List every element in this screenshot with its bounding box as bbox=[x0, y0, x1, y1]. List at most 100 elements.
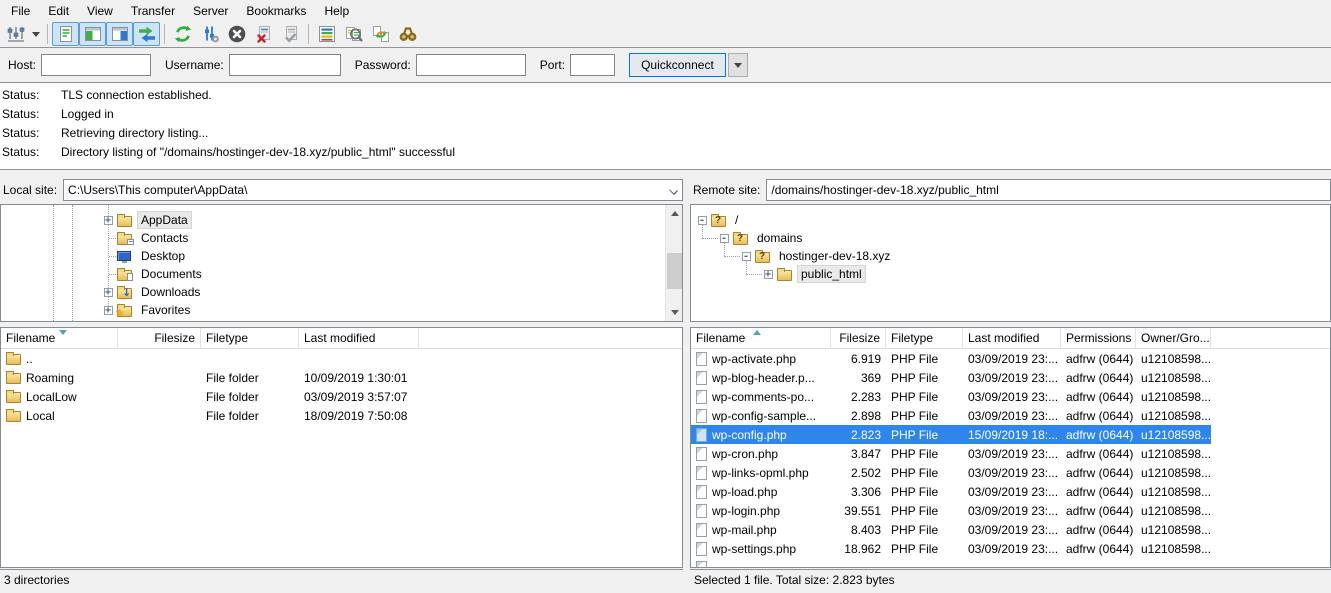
file-row[interactable]: wp-config-sample... 2.898 PHP File 03/09… bbox=[691, 406, 1211, 425]
tree-item-downloads[interactable]: ↓ Downloads bbox=[1, 283, 682, 301]
toggle-transfer-queue-button[interactable] bbox=[133, 22, 160, 46]
column-header-last-modified[interactable]: Last modified bbox=[299, 328, 419, 348]
directory-comparison-button[interactable] bbox=[340, 22, 367, 46]
quickconnect-button[interactable]: Quickconnect bbox=[629, 53, 726, 77]
reconnect-button[interactable] bbox=[277, 22, 304, 46]
quickconnect-dropdown-button[interactable] bbox=[728, 53, 748, 77]
process-queue-button[interactable] bbox=[196, 22, 223, 46]
remote-status-bar: Selected 1 file. Total size: 2.823 bytes bbox=[690, 569, 1331, 591]
file-icon bbox=[696, 390, 707, 404]
file-row[interactable]: wp-blog-header.p... 369 PHP File 03/09/2… bbox=[691, 368, 1211, 387]
sort-ascending-icon bbox=[753, 330, 761, 335]
filetype-cell: PHP File bbox=[886, 390, 963, 404]
toggle-local-tree-button[interactable] bbox=[79, 22, 106, 46]
remote-site-combobox[interactable]: /domains/hostinger-dev-18.xyz/public_htm… bbox=[766, 179, 1331, 201]
dropdown-caret-icon bbox=[734, 63, 742, 68]
last-modified-cell: 18/09/2019 7:50:08 bbox=[299, 409, 419, 423]
menu-bookmarks[interactable]: Bookmarks bbox=[237, 2, 315, 20]
column-header-owner-group[interactable]: Owner/Gro... bbox=[1136, 328, 1211, 348]
site-manager-button[interactable] bbox=[2, 22, 29, 46]
local-panel: Local site: C:\Users\This computer\AppDa… bbox=[0, 177, 683, 593]
file-row[interactable]: wp-comments-po... 2.283 PHP File 03/09/2… bbox=[691, 387, 1211, 406]
file-row[interactable]: LocalLow File folder 03/09/2019 3:57:07 bbox=[1, 387, 419, 406]
menu-server[interactable]: Server bbox=[184, 2, 237, 20]
tree-item-root[interactable]: ? / bbox=[691, 211, 1330, 229]
filename-cell: wp-activate.php bbox=[712, 352, 796, 366]
filesize-cell: 2.502 bbox=[831, 466, 886, 480]
collapse-minus-icon[interactable] bbox=[720, 234, 729, 243]
menu-file[interactable]: File bbox=[2, 2, 39, 20]
owner-group-cell: u12108598... bbox=[1136, 504, 1211, 518]
tree-item-documents[interactable]: Documents bbox=[1, 265, 682, 283]
filename-cell: wp-comments-po... bbox=[712, 390, 814, 404]
directory-comparison-icon bbox=[344, 24, 364, 44]
tree-item-hostinger-dev-18[interactable]: ? hostinger-dev-18.xyz bbox=[691, 247, 1330, 265]
file-row[interactable]: Roaming File folder 10/09/2019 1:30:01 bbox=[1, 368, 419, 387]
find-files-button[interactable] bbox=[394, 22, 421, 46]
toggle-message-log-button[interactable] bbox=[52, 22, 79, 46]
file-row[interactable] bbox=[691, 558, 1211, 568]
tree-item-appdata[interactable]: AppData bbox=[1, 211, 682, 229]
menu-transfer[interactable]: Transfer bbox=[122, 2, 184, 20]
menu-view[interactable]: View bbox=[78, 2, 122, 20]
filename-filters-button[interactable] bbox=[313, 22, 340, 46]
file-row[interactable]: wp-cron.php 3.847 PHP File 03/09/2019 23… bbox=[691, 444, 1211, 463]
toggle-remote-tree-button[interactable] bbox=[106, 22, 133, 46]
status-label: Status: bbox=[0, 124, 61, 143]
scrollbar-thumb[interactable] bbox=[667, 253, 682, 289]
file-row[interactable]: wp-login.php 39.551 PHP File 03/09/2019 … bbox=[691, 501, 1211, 520]
tree-item-domains[interactable]: ? domains bbox=[691, 229, 1330, 247]
file-row[interactable]: Local File folder 18/09/2019 7:50:08 bbox=[1, 406, 419, 425]
remote-panel: Remote site: /domains/hostinger-dev-18.x… bbox=[690, 177, 1331, 593]
column-header-permissions[interactable]: Permissions bbox=[1061, 328, 1136, 348]
column-header-filename[interactable]: Filename bbox=[691, 328, 831, 348]
cancel-icon bbox=[227, 24, 247, 44]
menu-help[interactable]: Help bbox=[315, 2, 358, 20]
port-input[interactable] bbox=[570, 54, 615, 76]
column-header-filetype[interactable]: Filetype bbox=[886, 328, 963, 348]
disconnect-button[interactable] bbox=[250, 22, 277, 46]
expand-plus-icon[interactable] bbox=[104, 288, 113, 297]
tree-item-desktop[interactable]: Desktop bbox=[1, 247, 682, 265]
expand-plus-icon[interactable] bbox=[764, 270, 773, 279]
local-site-combobox[interactable]: C:\Users\This computer\AppData\ bbox=[63, 179, 683, 201]
refresh-button[interactable] bbox=[169, 22, 196, 46]
cancel-button[interactable] bbox=[223, 22, 250, 46]
tree-item-label: Downloads bbox=[138, 284, 203, 300]
expand-plus-icon[interactable] bbox=[104, 216, 113, 225]
scroll-down-button[interactable] bbox=[666, 304, 683, 321]
password-input[interactable] bbox=[416, 54, 526, 76]
file-row[interactable]: wp-activate.php 6.919 PHP File 03/09/201… bbox=[691, 349, 1211, 368]
tree-item-contacts[interactable]: Contacts bbox=[1, 229, 682, 247]
synchronized-browsing-button[interactable] bbox=[367, 22, 394, 46]
host-label: Host: bbox=[8, 58, 36, 72]
status-label: Status: bbox=[0, 86, 61, 105]
collapse-minus-icon[interactable] bbox=[698, 216, 707, 225]
collapse-minus-icon[interactable] bbox=[742, 252, 751, 261]
file-icon bbox=[696, 371, 707, 385]
column-header-filetype[interactable]: Filetype bbox=[201, 328, 299, 348]
column-header-last-modified[interactable]: Last modified bbox=[963, 328, 1061, 348]
menu-edit[interactable]: Edit bbox=[39, 2, 78, 20]
column-header-filesize[interactable]: Filesize bbox=[831, 328, 886, 348]
last-modified-cell: 15/09/2019 18:... bbox=[963, 428, 1061, 442]
file-row[interactable]: wp-links-opml.php 2.502 PHP File 03/09/2… bbox=[691, 463, 1211, 482]
column-header-filesize[interactable]: Filesize bbox=[118, 328, 201, 348]
username-input[interactable] bbox=[229, 54, 341, 76]
local-tree-scrollbar[interactable] bbox=[665, 205, 682, 321]
file-row[interactable]: .. bbox=[1, 349, 419, 368]
favorites-folder-icon: ★ bbox=[117, 304, 133, 317]
expand-plus-icon[interactable] bbox=[104, 306, 113, 315]
file-row[interactable]: wp-mail.php 8.403 PHP File 03/09/2019 23… bbox=[691, 520, 1211, 539]
scroll-up-button[interactable] bbox=[666, 205, 683, 222]
file-row[interactable]: wp-settings.php 18.962 PHP File 03/09/20… bbox=[691, 539, 1211, 558]
site-manager-dropdown-button[interactable] bbox=[29, 22, 43, 46]
tree-item-public-html[interactable]: public_html bbox=[691, 265, 1330, 283]
filename-cell: wp-config-sample... bbox=[712, 409, 816, 423]
column-header-filename[interactable]: Filename bbox=[1, 328, 118, 348]
host-input[interactable] bbox=[41, 54, 151, 76]
filetype-cell: File folder bbox=[201, 371, 299, 385]
file-row[interactable]: wp-config.php 2.823 PHP File 15/09/2019 … bbox=[691, 425, 1211, 444]
tree-item-favorites[interactable]: ★ Favorites bbox=[1, 301, 682, 319]
file-row[interactable]: wp-load.php 3.306 PHP File 03/09/2019 23… bbox=[691, 482, 1211, 501]
